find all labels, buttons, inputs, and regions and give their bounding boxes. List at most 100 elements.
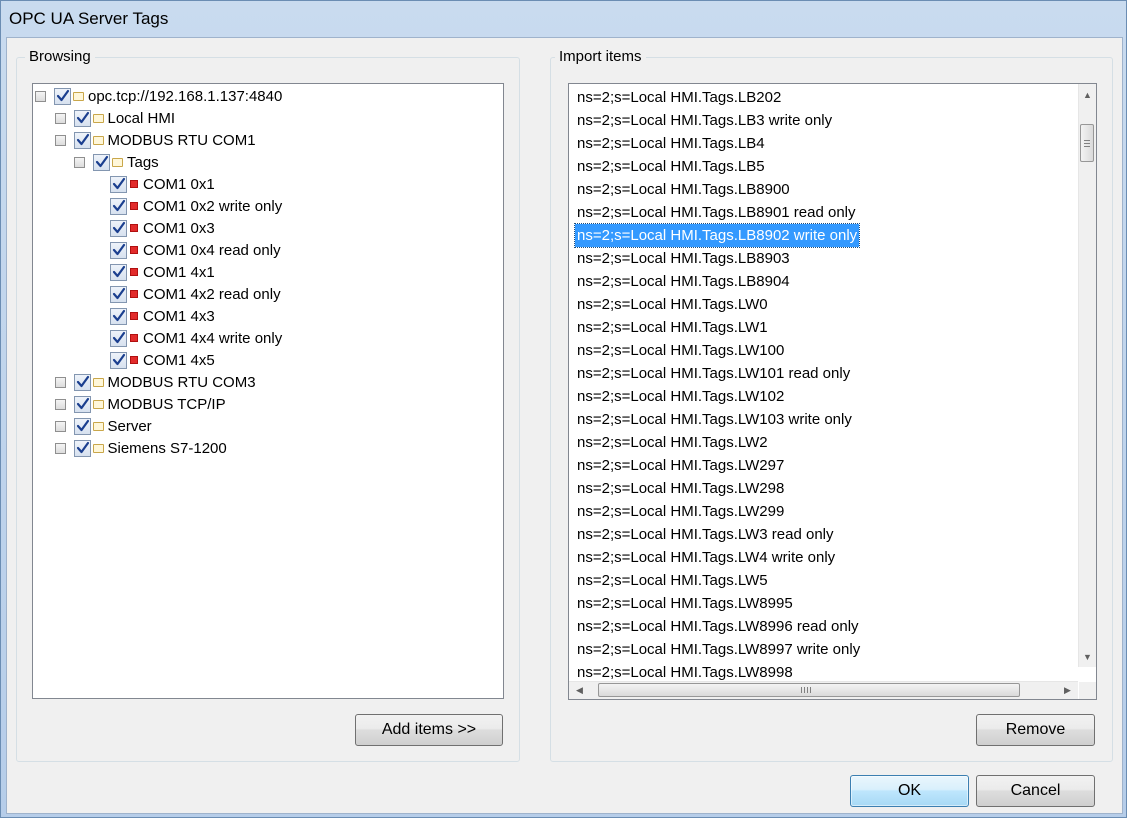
scroll-left-arrow-icon[interactable]: ◀ [571,682,588,699]
vertical-scrollbar[interactable]: ▲ ▼ [1078,84,1096,667]
import-list-item[interactable]: ns=2;s=Local HMI.Tags.LW2 [575,431,770,454]
import-list-item[interactable]: ns=2;s=Local HMI.Tags.LB8904 [575,270,792,293]
import-items-list[interactable]: ns=2;s=Local HMI.Tags.LB202 ns=2;s=Local … [568,83,1097,700]
tree-node-label: MODBUS RTU COM1 [107,131,256,149]
import-list-item[interactable]: ns=2;s=Local HMI.Tags.LW0 [575,293,770,316]
import-list-item[interactable]: ns=2;s=Local HMI.Tags.LW100 [575,339,786,362]
tree-node[interactable]: opc.tcp://192.168.1.137:4840 [35,85,282,107]
checked-checkbox-icon[interactable] [73,439,91,457]
scroll-right-arrow-icon[interactable]: ▶ [1059,682,1076,699]
checked-checkbox-icon[interactable] [54,87,71,105]
expand-checkbox[interactable] [54,376,66,388]
import-list-item[interactable]: ns=2;s=Local HMI.Tags.LW4 write only [575,546,837,569]
import-list-item[interactable]: ns=2;s=Local HMI.Tags.LW101 read only [575,362,852,385]
tag-icon [130,334,138,342]
import-list-item[interactable]: ns=2;s=Local HMI.Tags.LW1 [575,316,770,339]
vertical-scroll-thumb[interactable] [1080,124,1094,162]
checked-checkbox-icon[interactable] [110,307,127,325]
title-bar[interactable]: OPC UA Server Tags [1,1,1126,37]
expand-checkbox[interactable] [54,112,66,124]
import-list-item[interactable]: ns=2;s=Local HMI.Tags.LB8903 [575,247,792,270]
scrollbar-corner [1079,682,1096,699]
expand-checkbox[interactable] [54,398,66,410]
folder-icon [73,91,84,101]
folder-icon [92,399,104,409]
checked-checkbox-icon[interactable] [73,417,91,435]
horizontal-scrollbar[interactable]: ◀ ▶ [569,681,1078,699]
expand-checkbox[interactable] [54,134,66,146]
tree-node-label: COM1 0x1 [143,175,215,193]
tree-node[interactable]: COM1 0x1 [110,173,215,195]
tree-node[interactable]: COM1 4x1 [110,261,215,283]
tree-node-label: Server [107,417,152,435]
ok-button[interactable]: OK [850,775,969,807]
import-list-item[interactable]: ns=2;s=Local HMI.Tags.LB3 write only [575,109,834,132]
expand-checkbox[interactable] [35,90,46,102]
checked-checkbox-icon[interactable] [110,175,127,193]
checked-checkbox-icon[interactable] [110,329,127,347]
tree-node[interactable]: MODBUS RTU COM3 [54,371,256,393]
browse-tree[interactable]: opc.tcp://192.168.1.137:4840 Local HMI MOD… [32,83,504,699]
tree-node[interactable]: Siemens S7-1200 [54,437,227,459]
checked-checkbox-icon[interactable] [73,395,91,413]
import-list-item[interactable]: ns=2;s=Local HMI.Tags.LB4 [575,132,767,155]
import-list-item[interactable]: ns=2;s=Local HMI.Tags.LW8996 read only [575,615,861,638]
tree-node-label: COM1 0x2 write only [143,197,283,215]
checked-checkbox-icon[interactable] [110,351,127,369]
import-list-item[interactable]: ns=2;s=Local HMI.Tags.LW8995 [575,592,795,615]
tree-node[interactable]: MODBUS TCP/IP [54,393,226,415]
tree-node[interactable]: COM1 0x4 read only [110,239,281,261]
tree-node-label: Local HMI [107,109,176,127]
checked-checkbox-icon[interactable] [110,241,127,259]
import-list-item[interactable]: ns=2;s=Local HMI.Tags.LB8902 write only [573,223,861,248]
expand-checkbox[interactable] [74,156,85,168]
tree-node[interactable]: Local HMI [54,107,176,129]
scroll-up-arrow-icon[interactable]: ▲ [1079,86,1096,103]
import-list-item[interactable]: ns=2;s=Local HMI.Tags.LW103 write only [575,408,854,431]
tree-node[interactable]: MODBUS RTU COM1 [54,129,256,151]
tree-node-label: COM1 4x4 write only [143,329,283,347]
checked-checkbox-icon[interactable] [110,219,127,237]
tree-node[interactable]: COM1 4x2 read only [110,283,281,305]
tag-icon [130,290,138,298]
tree-node[interactable]: Server [54,415,152,437]
horizontal-scroll-thumb[interactable] [598,683,1020,697]
add-items-button[interactable]: Add items >> [355,714,503,746]
folder-icon [92,113,104,123]
tree-node-label: Siemens S7-1200 [107,439,227,457]
tree-node[interactable]: COM1 0x3 [110,217,215,239]
remove-button[interactable]: Remove [976,714,1095,746]
cancel-button[interactable]: Cancel [976,775,1095,807]
import-list-item[interactable]: ns=2;s=Local HMI.Tags.LB8901 read only [575,201,858,224]
tree-node-label: COM1 4x5 [143,351,215,369]
import-list-item[interactable]: ns=2;s=Local HMI.Tags.LW298 [575,477,786,500]
checked-checkbox-icon[interactable] [73,373,91,391]
tree-node[interactable]: COM1 4x5 [110,349,215,371]
import-list-item[interactable]: ns=2;s=Local HMI.Tags.LW5 [575,569,770,592]
checked-checkbox-icon[interactable] [73,131,91,149]
import-list-item[interactable]: ns=2;s=Local HMI.Tags.LW102 [575,385,786,408]
checked-checkbox-icon[interactable] [93,153,110,171]
import-list-item[interactable]: ns=2;s=Local HMI.Tags.LW299 [575,500,786,523]
tree-node[interactable]: COM1 4x4 write only [110,327,282,349]
tag-icon [130,180,138,188]
tree-node-label: COM1 4x2 read only [143,285,281,303]
import-list-item[interactable]: ns=2;s=Local HMI.Tags.LB202 [575,86,783,109]
import-list-item[interactable]: ns=2;s=Local HMI.Tags.LW8997 write only [575,638,862,661]
expand-checkbox[interactable] [54,442,66,454]
import-list-item[interactable]: ns=2;s=Local HMI.Tags.LW3 read only [575,523,836,546]
tree-node[interactable]: COM1 0x2 write only [110,195,282,217]
tree-node[interactable]: COM1 4x3 [110,305,215,327]
checked-checkbox-icon[interactable] [110,263,127,281]
checked-checkbox-icon[interactable] [110,285,127,303]
import-list-item[interactable]: ns=2;s=Local HMI.Tags.LB8900 [575,178,792,201]
import-list-item[interactable]: ns=2;s=Local HMI.Tags.LW297 [575,454,786,477]
import-list-item[interactable]: ns=2;s=Local HMI.Tags.LB5 [575,155,767,178]
checked-checkbox-icon[interactable] [73,109,91,127]
tree-node-label: MODBUS TCP/IP [107,395,226,413]
tag-icon [130,224,138,232]
scroll-down-arrow-icon[interactable]: ▼ [1079,648,1096,665]
checked-checkbox-icon[interactable] [110,197,127,215]
tree-node[interactable]: Tags [74,151,159,173]
expand-checkbox[interactable] [54,420,66,432]
